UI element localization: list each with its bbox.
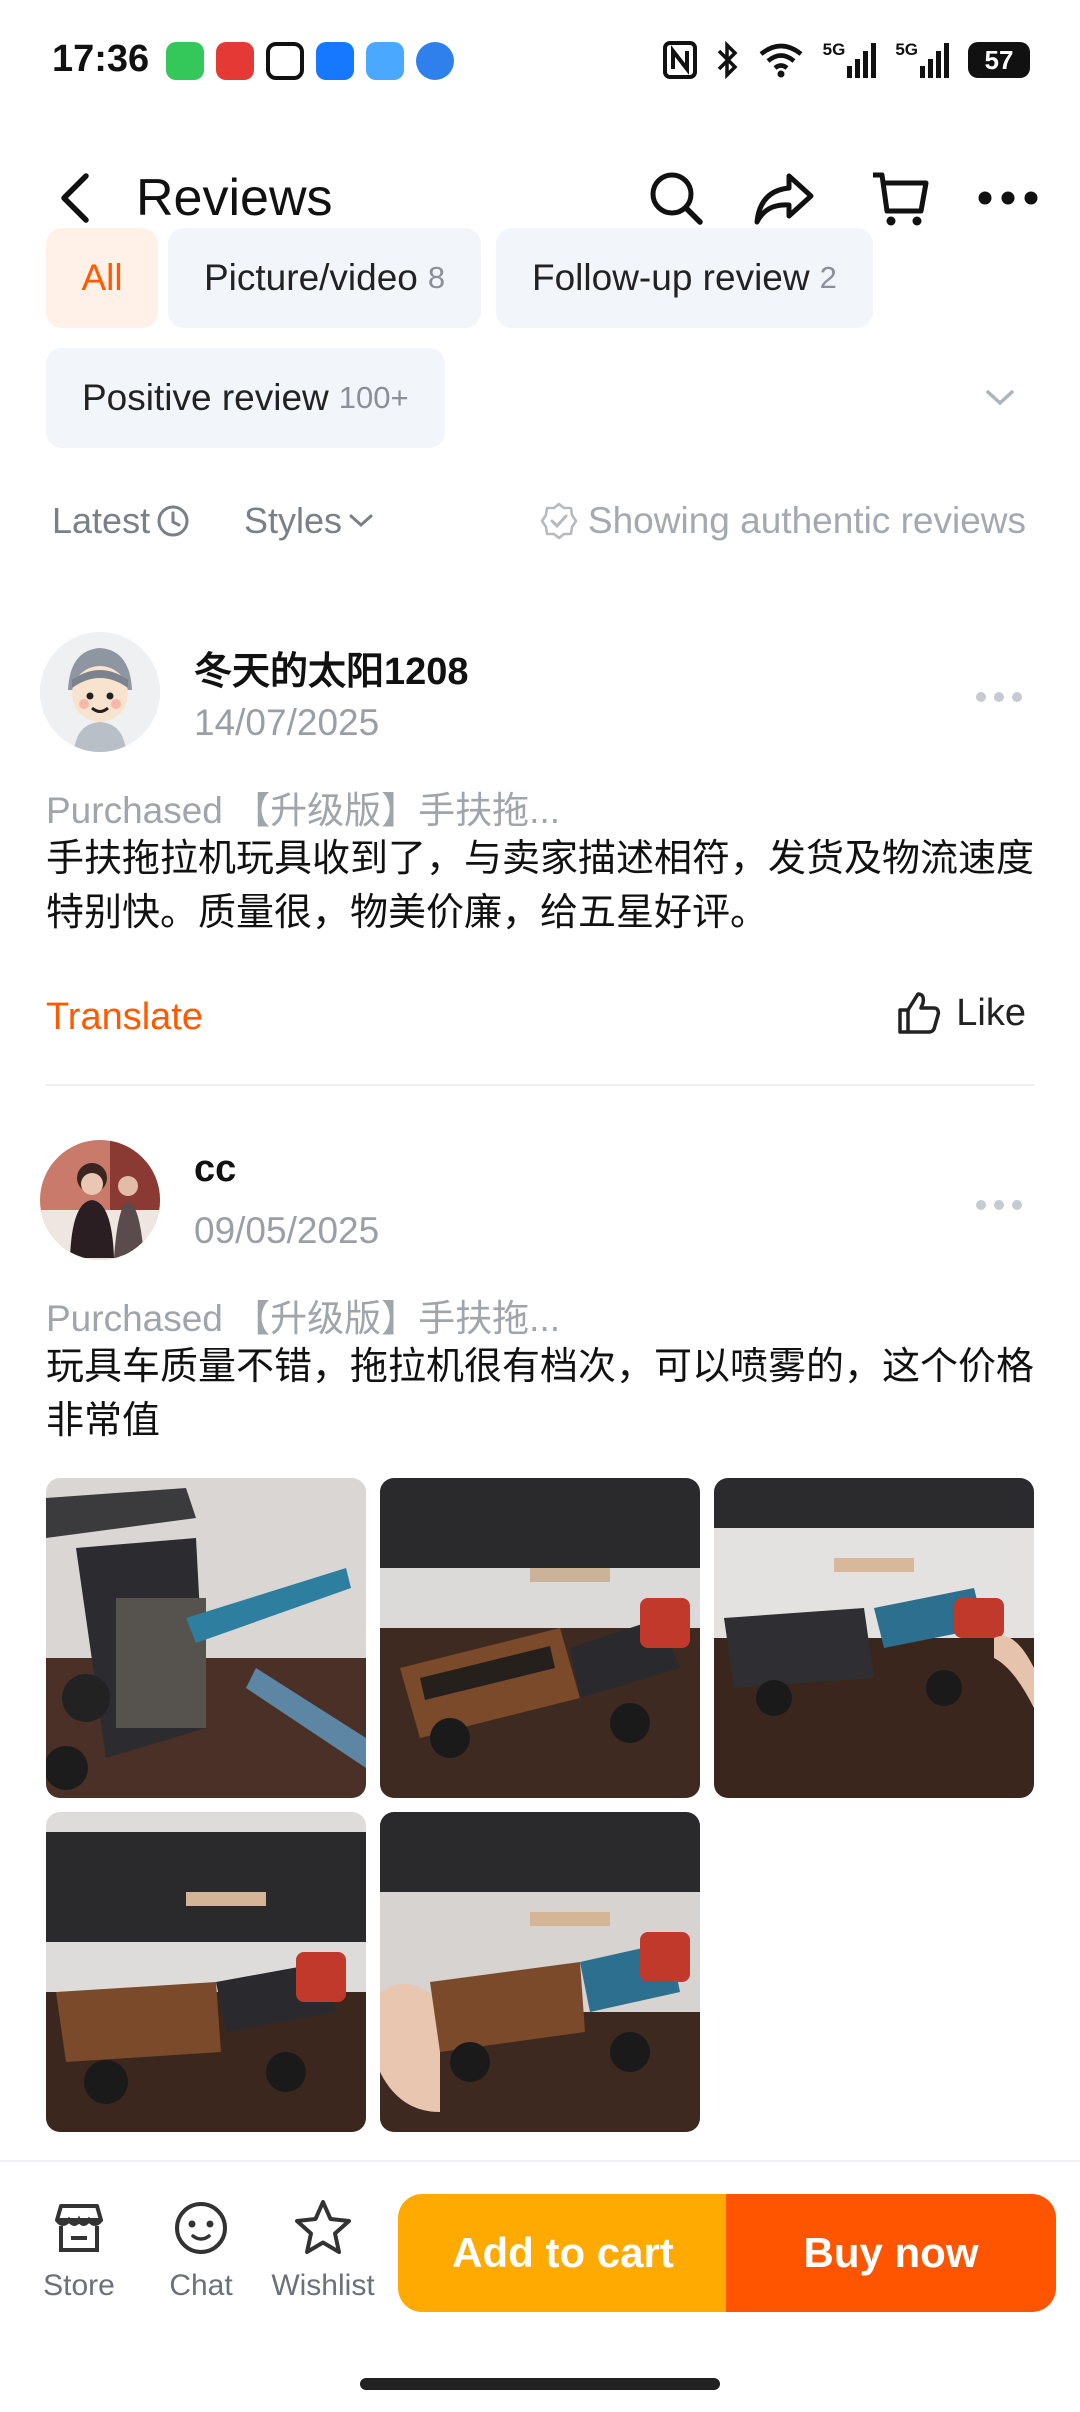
signal-2-label: 5G <box>895 40 918 59</box>
tractor-toy-photo <box>380 1478 700 1798</box>
wishlist-button[interactable]: Wishlist <box>268 2198 378 2303</box>
nfc-icon <box>662 40 697 80</box>
more-button[interactable] <box>966 156 1050 240</box>
more-dot <box>976 1200 986 1210</box>
add-to-cart-button[interactable]: Add to cart <box>398 2194 728 2312</box>
signal-1-label: 5G <box>822 40 846 59</box>
tractor-toy-photo <box>714 1478 1034 1798</box>
more-dot <box>994 692 1004 702</box>
signal-1-icon: 5G <box>823 40 878 80</box>
sort-styles-label: Styles <box>244 500 343 541</box>
review-date: 14/07/2025 <box>194 702 380 743</box>
sort-styles[interactable]: Styles <box>244 500 374 542</box>
filter-chip-label: Positive review <box>82 377 329 418</box>
browser-app-icon <box>416 42 454 80</box>
battery-icon: 57 <box>968 42 1030 78</box>
messages-app-icon <box>166 42 204 80</box>
filter-chip-count: 100+ <box>338 380 409 415</box>
avatar[interactable] <box>40 1140 160 1260</box>
more-dot <box>994 1200 1004 1210</box>
search-icon <box>650 172 703 225</box>
store-button[interactable]: Store <box>24 2198 134 2303</box>
more-icon <box>978 191 1038 205</box>
sort-row: Latest Styles Showing authentic reviews <box>0 490 1080 560</box>
more-dot <box>1012 692 1022 702</box>
review-photo[interactable] <box>380 1478 700 1798</box>
share-icon <box>754 173 814 225</box>
status-time: 17:36 <box>52 38 150 80</box>
filter-chip-count: 2 <box>819 260 837 295</box>
alipay-app-icon <box>316 42 354 80</box>
chat-button[interactable]: Chat <box>146 2198 256 2303</box>
signal-2-icon: 5G <box>895 40 950 80</box>
thumbs-up-icon <box>898 992 941 1034</box>
clock-icon <box>157 505 189 537</box>
tractor-toy-photo <box>380 1812 700 2132</box>
verified-badge-icon <box>540 502 578 540</box>
star-icon <box>295 2200 351 2254</box>
translate-link[interactable]: Translate <box>46 996 203 1039</box>
filter-chip-label: All <box>81 257 123 298</box>
authentic-reviews-text: Showing authentic reviews <box>587 500 1026 541</box>
cart-button[interactable] <box>858 156 942 240</box>
review-date: 09/05/2025 <box>194 1210 380 1251</box>
purchased-variant: Purchased 【升级版】手扶拖... <box>46 1298 561 1339</box>
purchased-variant: Purchased 【升级版】手扶拖... <box>46 790 561 831</box>
back-button[interactable] <box>44 158 104 238</box>
filter-chip-count: 8 <box>427 260 446 295</box>
avatar[interactable] <box>40 632 160 752</box>
chevron-down-icon <box>349 514 373 528</box>
cart-icon <box>873 172 929 226</box>
like-button[interactable]: Like <box>896 990 1026 1036</box>
review-more-button[interactable] <box>976 1200 1022 1210</box>
photo-avatar-image <box>40 1140 160 1260</box>
expand-filters-button[interactable] <box>960 348 1040 448</box>
filter-chip-follow-up[interactable]: Follow-up review 2 <box>496 228 873 328</box>
more-dot <box>1012 1200 1022 1210</box>
tractor-toy-photo <box>46 1478 366 1798</box>
review-photo[interactable] <box>714 1478 1034 1798</box>
cartoon-avatar-image <box>40 632 160 752</box>
review-text: 玩具车质量不错，拖拉机很有档次，可以喷雾的，这个价格非常值 <box>46 1346 1035 1442</box>
review-photo[interactable] <box>380 1812 700 2132</box>
weather-app-icon <box>366 42 404 80</box>
store-label: Store <box>43 2269 115 2302</box>
filter-chip-picture-video[interactable]: Picture/video 8 <box>168 228 482 328</box>
review-more-button[interactable] <box>976 692 1022 702</box>
reviewer-name[interactable]: cc <box>194 1148 236 1191</box>
chevron-down-icon <box>986 390 1014 406</box>
buy-now-button[interactable]: Buy now <box>726 2194 1056 2312</box>
tool-app-icon <box>266 42 304 80</box>
like-label: Like <box>956 991 1026 1034</box>
review-photo[interactable] <box>46 1812 366 2132</box>
store-icon <box>55 2204 103 2252</box>
reviewer-name[interactable]: 冬天的太阳1208 <box>194 640 469 695</box>
shopping-app-icon <box>216 42 254 80</box>
filter-chip-label: Picture/video <box>204 257 418 298</box>
page-title: Reviews <box>136 169 333 227</box>
chat-label: Chat <box>169 2269 233 2302</box>
tractor-toy-photo <box>46 1812 366 2132</box>
filter-chip-label: Follow-up review <box>532 257 810 298</box>
sort-latest[interactable]: Latest <box>52 500 190 542</box>
wishlist-label: Wishlist <box>271 2269 375 2302</box>
back-icon <box>61 173 89 223</box>
sort-latest-label: Latest <box>52 500 151 541</box>
status-app-icons <box>166 42 454 80</box>
home-indicator[interactable] <box>360 2378 720 2390</box>
review-photo[interactable] <box>46 1478 366 1798</box>
bluetooth-icon <box>715 40 739 80</box>
authentic-reviews-notice: Showing authentic reviews <box>540 500 1026 542</box>
filter-chip-positive[interactable]: Positive review 100+ <box>46 348 445 448</box>
bottom-action-bar: Store Chat Wishlist Add to cart Buy now <box>0 2160 1080 2412</box>
more-dot <box>976 692 986 702</box>
status-bar: 17:36 5G 5G 57 <box>0 0 1080 120</box>
filter-chip-all[interactable]: All <box>46 228 158 328</box>
wifi-icon <box>757 40 805 80</box>
review-text: 手扶拖拉机玩具收到了，与卖家描述相符，发货及物流速度特别快。质量很，物美价廉，给… <box>46 838 1035 934</box>
status-indicators: 5G 5G 57 <box>662 40 1030 80</box>
chat-icon <box>175 2202 227 2254</box>
review-divider <box>46 1084 1034 1086</box>
